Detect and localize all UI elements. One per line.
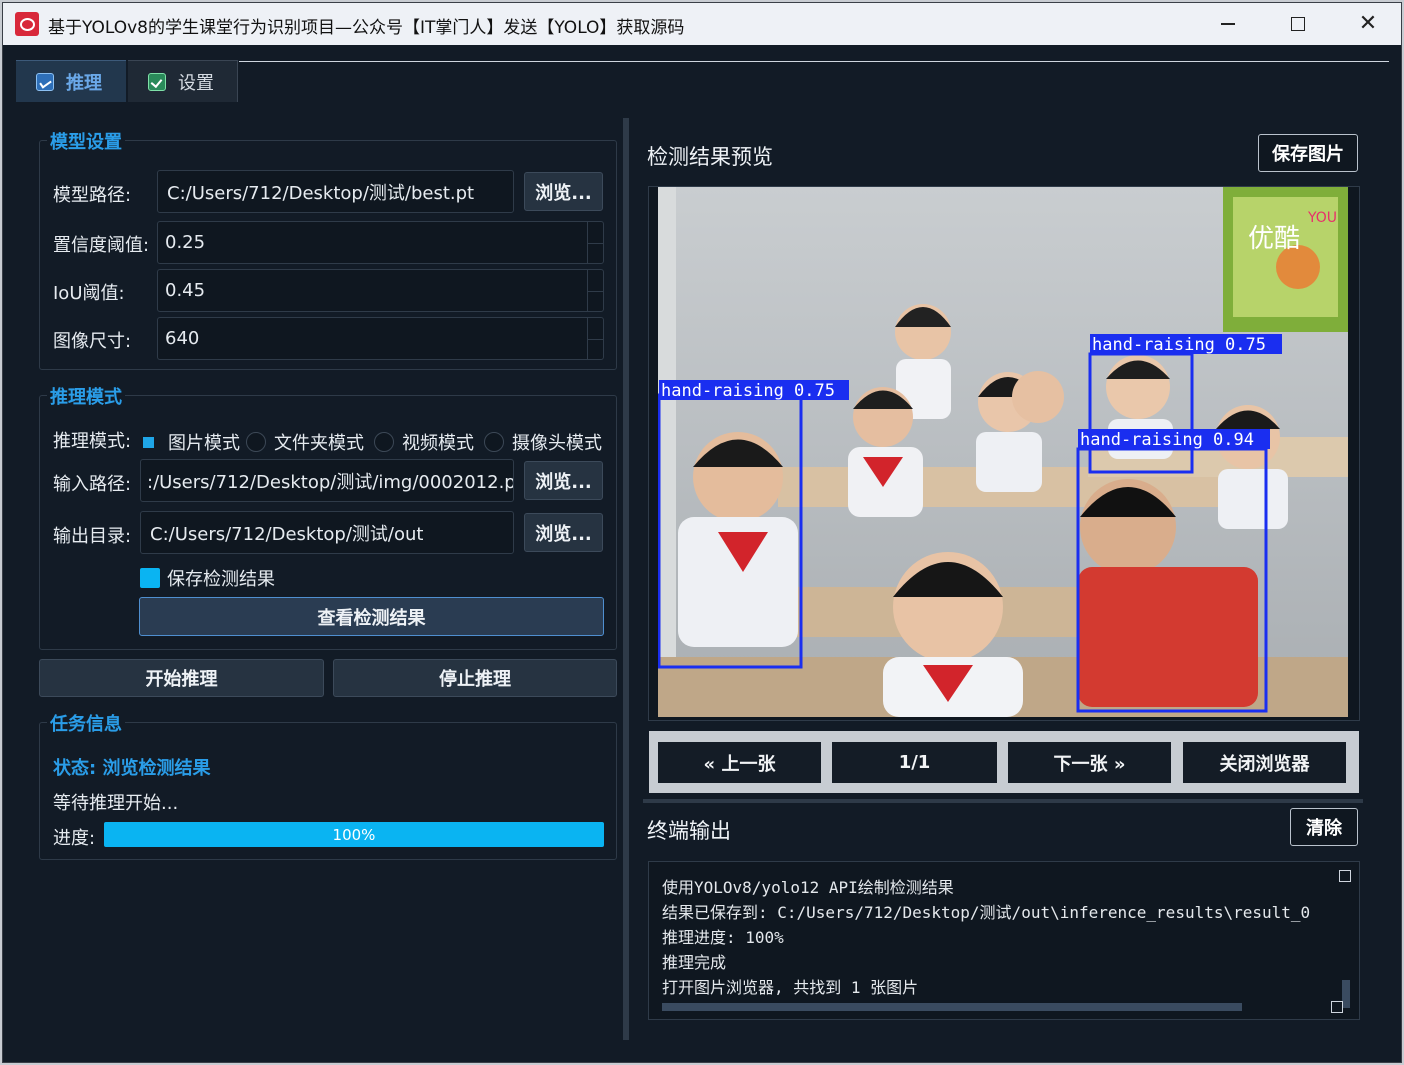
radio-unselected-icon <box>374 432 394 452</box>
confidence-value: 0.25 <box>165 232 206 253</box>
detection-label: hand-raising 0.75 <box>661 381 835 401</box>
model-settings-title: 模型设置 <box>47 128 125 154</box>
tab-bar-line <box>239 61 1389 62</box>
task-message: 等待推理开始... <box>53 793 179 814</box>
radio-camera-mode[interactable]: 摄像头模式 <box>484 429 602 455</box>
tab-inference[interactable]: 推理 <box>16 60 126 102</box>
save-results-checkbox[interactable] <box>140 568 160 588</box>
confidence-label: 置信度阈值: <box>53 235 150 256</box>
tab-settings[interactable]: 设置 <box>128 60 238 102</box>
browse-input-button[interactable]: 浏览... <box>524 461 603 500</box>
checkmark-icon <box>148 72 166 91</box>
terminal-line: 推理完成 <box>662 953 727 972</box>
radio-folder-mode[interactable]: 文件夹模式 <box>246 429 364 455</box>
watermark-text: 优酷 <box>1248 224 1300 254</box>
view-results-button[interactable]: 查看检测结果 <box>139 597 604 636</box>
terminal-line: 推理进度: 100% <box>662 928 784 947</box>
spin-arrows[interactable] <box>587 270 603 311</box>
progress-bar: 100% <box>104 822 604 847</box>
tab-label: 推理 <box>66 72 102 94</box>
vertical-scrollbar[interactable] <box>1339 870 1353 1008</box>
classroom-detection-image: 优酷 YOU hand-raising 0.75 hand-raising 0.… <box>658 187 1348 717</box>
model-path-label: 模型路径: <box>53 185 132 206</box>
model-path-field[interactable]: C:/Users/712/Desktop/测试/best.pt <box>157 170 514 213</box>
close-button[interactable]: ✕ <box>1333 3 1401 45</box>
minimize-button[interactable] <box>1193 3 1263 45</box>
scroll-thumb[interactable] <box>662 1003 1242 1011</box>
iou-label: IoU阈值: <box>53 283 125 304</box>
app-logo-icon <box>15 12 39 36</box>
output-dir-label: 输出目录: <box>53 526 132 547</box>
input-path-field[interactable]: :/Users/712/Desktop/测试/img/0002012.png <box>140 459 514 502</box>
prev-image-button[interactable]: « 上一张 <box>658 742 821 783</box>
terminal-line: 结果已保存到: C:/Users/712/Desktop/测试/out\infe… <box>662 903 1311 922</box>
start-inference-button[interactable]: 开始推理 <box>39 659 324 697</box>
scroll-up-icon[interactable] <box>1339 870 1351 882</box>
image-size-value: 640 <box>165 328 200 349</box>
image-counter: 1/1 <box>832 742 997 783</box>
progress-text: 100% <box>332 825 376 844</box>
status-text: 状态: 浏览检测结果 <box>53 758 211 779</box>
spin-arrows[interactable] <box>587 222 603 263</box>
radio-video-mode[interactable]: 视频模式 <box>374 429 474 455</box>
terminal-title: 终端输出 <box>647 819 731 843</box>
radio-selected-icon <box>143 436 154 448</box>
progress-label: 进度: <box>53 828 96 849</box>
input-path-label: 输入路径: <box>53 474 132 495</box>
vertical-splitter[interactable] <box>623 118 629 1040</box>
iou-value: 0.45 <box>165 280 206 301</box>
close-icon: ✕ <box>1358 11 1378 36</box>
detection-label: hand-raising 0.75 <box>1092 335 1266 355</box>
radio-label: 文件夹模式 <box>274 433 364 454</box>
task-info-title: 任务信息 <box>47 710 125 736</box>
spin-arrows[interactable] <box>587 318 603 359</box>
image-size-label: 图像尺寸: <box>53 331 132 352</box>
chart-icon <box>36 72 54 91</box>
terminal-output[interactable]: 使用YOLOv8/yolo12 API绘制检测结果 结果已保存到: C:/Use… <box>648 861 1360 1020</box>
radio-label: 图片模式 <box>168 433 240 454</box>
horizontal-scrollbar[interactable] <box>657 1001 1343 1013</box>
next-image-button[interactable]: 下一张 » <box>1008 742 1171 783</box>
scroll-track <box>1342 884 1350 994</box>
radio-image-mode[interactable]: 图片模式 <box>139 429 240 455</box>
radio-label: 摄像头模式 <box>512 433 602 454</box>
minimize-icon <box>1221 23 1235 25</box>
horizontal-splitter[interactable] <box>643 799 1363 803</box>
browse-model-button[interactable]: 浏览... <box>524 172 603 211</box>
preview-panel: 优酷 YOU hand-raising 0.75 hand-raising 0.… <box>648 186 1360 721</box>
confidence-spinbox[interactable]: 0.25 <box>157 221 604 264</box>
stop-inference-button[interactable]: 停止推理 <box>333 659 617 697</box>
scroll-thumb[interactable] <box>1342 980 1350 1008</box>
radio-unselected-icon <box>484 432 504 452</box>
save-results-label[interactable]: 保存检测结果 <box>167 565 275 591</box>
image-size-spinbox[interactable]: 640 <box>157 317 604 360</box>
radio-label: 视频模式 <box>402 433 474 454</box>
save-image-button[interactable]: 保存图片 <box>1258 134 1358 172</box>
mode-label: 推理模式: <box>53 431 132 452</box>
scroll-right-icon[interactable] <box>1331 1001 1343 1013</box>
radio-unselected-icon <box>246 432 266 452</box>
app-window: 基于YOLOv8的学生课堂行为识别项目—公众号【IT掌门人】发送【YOLO】获取… <box>2 2 1402 1063</box>
watermark-small: YOU <box>1307 210 1337 226</box>
output-dir-field[interactable]: C:/Users/712/Desktop/测试/out <box>140 511 514 554</box>
detection-label: hand-raising 0.94 <box>1080 430 1254 450</box>
maximize-button[interactable] <box>1263 3 1333 45</box>
preview-title: 检测结果预览 <box>647 145 773 169</box>
maximize-icon <box>1291 17 1305 31</box>
title-bar: 基于YOLOv8的学生课堂行为识别项目—公众号【IT掌门人】发送【YOLO】获取… <box>3 3 1401 45</box>
window-title: 基于YOLOv8的学生课堂行为识别项目—公众号【IT掌门人】发送【YOLO】获取… <box>48 18 685 38</box>
terminal-line: 打开图片浏览器, 共找到 1 张图片 <box>662 978 919 997</box>
inference-mode-title: 推理模式 <box>47 383 125 409</box>
browse-output-button[interactable]: 浏览... <box>524 513 603 552</box>
iou-spinbox[interactable]: 0.45 <box>157 269 604 312</box>
terminal-line: 使用YOLOv8/yolo12 API绘制检测结果 <box>662 878 954 897</box>
tab-label: 设置 <box>178 72 214 94</box>
close-browser-button[interactable]: 关闭浏览器 <box>1183 742 1346 783</box>
clear-terminal-button[interactable]: 清除 <box>1290 808 1358 846</box>
